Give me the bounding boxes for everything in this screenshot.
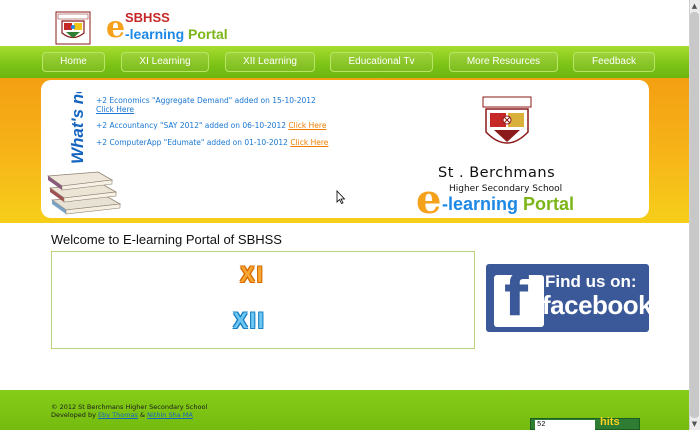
copyright-text: © 2012 St Berchmans Higher Secondary Sch… [51,403,208,411]
nav-feedback[interactable]: Feedback [573,52,655,72]
school-name: St . Berchmans [438,165,556,181]
brand-learning: -learning [125,26,189,42]
nav-more-resources[interactable]: More Resources [449,52,558,72]
and-text: & [137,411,148,419]
banner-portal-brand: e -learning Portal [416,180,616,220]
hit-counter-label: hits [600,416,620,428]
footer-credits: © 2012 St Berchmans Higher Secondary Sch… [51,403,207,419]
facebook-wordmark: facebook [542,290,653,320]
developer-link-eby[interactable]: Eby Thomas [98,411,138,419]
main-nav: Home XI Learning XII Learning Educationa… [0,46,700,78]
hit-counter-value: 52 [535,420,595,430]
xi-link[interactable]: XI [240,262,265,288]
banner-brand-learning-portal: -learning Portal [442,194,574,215]
scrollbar-thumb[interactable] [690,12,699,418]
nav-educational-tv[interactable]: Educational Tv [330,52,433,72]
mouse-cursor-icon [336,190,346,204]
xii-link[interactable]: XII [233,308,266,334]
nav-xi-learning[interactable]: XI Learning [121,52,209,72]
news-item: +2 Accountancy "SAY 2012" added on 06-10… [96,121,326,130]
facebook-find-us-text: Find us on: [545,272,637,291]
banner-brand-learning: -learning [442,194,524,214]
news-click-here-link[interactable]: Click Here [290,138,328,147]
news-text: +2 Economics "Aggregate Demand" added on… [96,96,316,105]
nav-xii-learning[interactable]: XII Learning [225,52,315,72]
developed-by-text: Developed by [51,411,98,419]
facebook-f-icon: f [504,264,529,329]
news-item: +2 Economics "Aggregate Demand" added on… [96,96,316,114]
brand-e: e [106,10,126,45]
site-header: e SBHSS -learning Portal [0,0,700,46]
banner-brand-portal: Portal [523,194,575,214]
brand-portal: Portal [188,26,228,42]
nav-home[interactable]: Home [42,52,105,72]
welcome-heading: Welcome to E-learning Portal of SBHSS [51,232,282,247]
whats-new-badge: What's new [68,92,87,164]
portal-brand: e SBHSS -learning Portal [106,9,286,45]
news-click-here-link[interactable]: Click Here [288,121,326,130]
brand-sbhss: SBHSS [125,10,170,25]
scroll-up-arrow-icon[interactable]: ▲ [690,1,699,11]
developer-link-nithin[interactable]: Nithin Sha MA [147,411,193,419]
banner-brand-e: e [416,176,442,223]
news-text: +2 Accountancy "SAY 2012" added on 06-10… [96,121,286,130]
school-crest-logo[interactable] [54,11,92,45]
scroll-down-arrow-icon[interactable]: ▼ [690,419,699,429]
books-icon [46,171,122,215]
brand-learning-portal: -learning Portal [125,26,228,42]
school-crest-emblem [482,96,532,144]
news-click-here-link[interactable]: Click Here [96,105,134,114]
whats-new-text: What's new [68,92,87,164]
news-item: +2 ComputerApp "Edumate" added on 01-10-… [96,138,328,147]
news-text: +2 ComputerApp "Edumate" added on 01-10-… [96,138,288,147]
